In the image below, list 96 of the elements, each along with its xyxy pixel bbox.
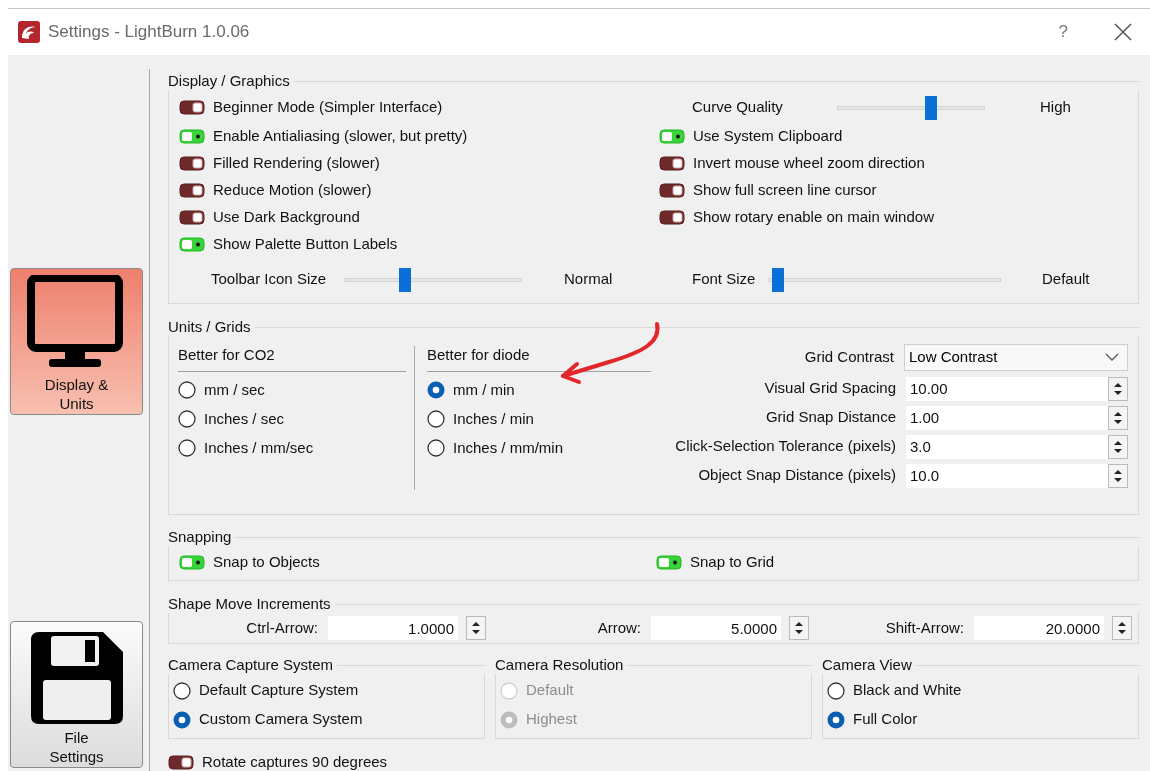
toggle-label: Snap to Objects [213,552,320,573]
radio-button[interactable] [427,410,445,428]
field-label: Shift-Arrow: [884,617,964,638]
radio-button[interactable] [173,710,191,729]
slider-value: Normal [564,269,613,290]
number-field[interactable]: 20.0000 [974,616,1104,640]
toggle-switch[interactable] [168,754,194,770]
slider-thumb[interactable] [398,267,411,292]
field-label: Grid Snap Distance [764,407,896,428]
toggle-label: Show Palette Button Labels [213,234,398,255]
toggle-switch[interactable] [659,183,685,198]
sidebar-item[interactable]: Display & Units [10,268,143,415]
sidebar-item[interactable]: File Settings [10,621,143,768]
toggle-label: Rotate captures 90 degrees [202,752,388,771]
spin-button[interactable] [466,616,486,640]
radio-label: Custom Camera System [199,709,363,730]
radio-label: Default [526,680,574,701]
toggle-switch[interactable] [179,100,205,115]
radio-button[interactable] [827,681,845,700]
group-heading: Better for CO2 [178,344,406,372]
window-title: Settings - LightBurn 1.0.06 [48,21,250,44]
number-field[interactable]: 1.00 [906,405,1108,430]
toggle-label: Filled Rendering (slower) [213,153,380,174]
toggle-switch[interactable] [179,156,205,171]
toggle-switch[interactable] [179,555,205,570]
number-field[interactable]: 3.0 [906,434,1108,459]
slider-label: Font Size [692,269,757,290]
toggle-label: Use System Clipboard [693,126,843,147]
toggle-switch[interactable] [659,129,685,144]
toggle-switch[interactable] [179,210,205,225]
group-title: Snapping [168,528,232,546]
slider-thumb[interactable] [772,267,785,292]
spin-button[interactable] [1108,463,1128,488]
toggle-label: Invert mouse wheel zoom direction [693,153,925,174]
group-heading: Better for diode [427,344,651,372]
toggle-label: Enable Antialiasing (slower, but pretty) [213,126,468,147]
number-field[interactable]: 1.0000 [328,616,458,640]
radio-label: Inches / mm/sec [204,437,314,458]
group-title: Camera Resolution [495,656,624,674]
field-label: Ctrl-Arrow: [245,617,318,638]
help-button[interactable]: ? [1050,19,1076,45]
group-title: Display / Graphics [168,72,290,90]
group-title: Shape Move Increments [168,595,331,613]
group-title: Units / Grids [168,318,251,336]
radio-label: Default Capture System [199,680,359,701]
radio-label: Full Color [853,709,918,730]
spin-button[interactable] [1108,405,1128,430]
slider-value: High [1040,97,1071,118]
toggle-switch[interactable] [179,129,205,144]
toggle-label: Beginner Mode (Simpler Interface) [213,97,443,118]
radio-label: Inches / min [453,408,534,429]
radio-button[interactable] [178,439,196,457]
field-label: Object Snap Distance (pixels) [697,465,896,486]
field-label: Arrow: [596,617,641,638]
app-logo-icon [18,21,40,43]
number-field[interactable]: 5.0000 [651,616,781,640]
radio-button[interactable] [827,710,845,729]
radio-button[interactable] [178,410,196,428]
field-label: Grid Contrast [803,346,894,367]
toggle-switch[interactable] [659,156,685,171]
slider-thumb[interactable] [925,95,938,120]
dropdown[interactable]: Low Contrast [904,343,1128,371]
radio-label: Black and White [853,680,962,701]
toggle-label: Reduce Motion (slower) [213,180,372,201]
slider-label: Toolbar Icon Size [211,269,328,290]
toggle-label: Use Dark Background [213,207,360,228]
radio-button[interactable] [427,439,445,457]
field-label: Visual Grid Spacing [763,378,896,399]
radio-button[interactable] [178,381,196,399]
toggle-switch[interactable] [179,237,205,252]
spin-button[interactable] [1108,376,1128,401]
radio-button[interactable] [173,681,191,700]
spin-button[interactable] [1112,616,1132,640]
toggle-switch[interactable] [179,183,205,198]
toggle-switch[interactable] [656,555,682,570]
radio-label: mm / min [453,379,515,400]
radio-label: Highest [526,709,577,730]
radio-label: Inches / mm/min [453,437,564,458]
toggle-label: Show full screen line cursor [693,180,877,201]
toggle-switch[interactable] [659,210,685,225]
spin-button[interactable] [1108,434,1128,459]
number-field[interactable]: 10.00 [906,376,1108,401]
slider-label: Curve Quality [692,97,784,118]
radio-label: Inches / sec [204,408,285,429]
chevron-down-icon [1105,353,1119,361]
spin-button[interactable] [789,616,809,640]
field-label: Click-Selection Tolerance (pixels) [674,436,896,457]
group-title: Camera Capture System [168,656,334,674]
radio-button[interactable] [427,381,445,399]
slider-value: Default [1042,269,1090,290]
close-icon [1114,23,1132,41]
toggle-label: Show rotary enable on main window [693,207,934,228]
toggle-label: Snap to Grid [690,552,775,573]
number-field[interactable]: 10.0 [906,463,1108,488]
radio-label: mm / sec [204,379,265,400]
group-title: Camera View [822,656,912,674]
